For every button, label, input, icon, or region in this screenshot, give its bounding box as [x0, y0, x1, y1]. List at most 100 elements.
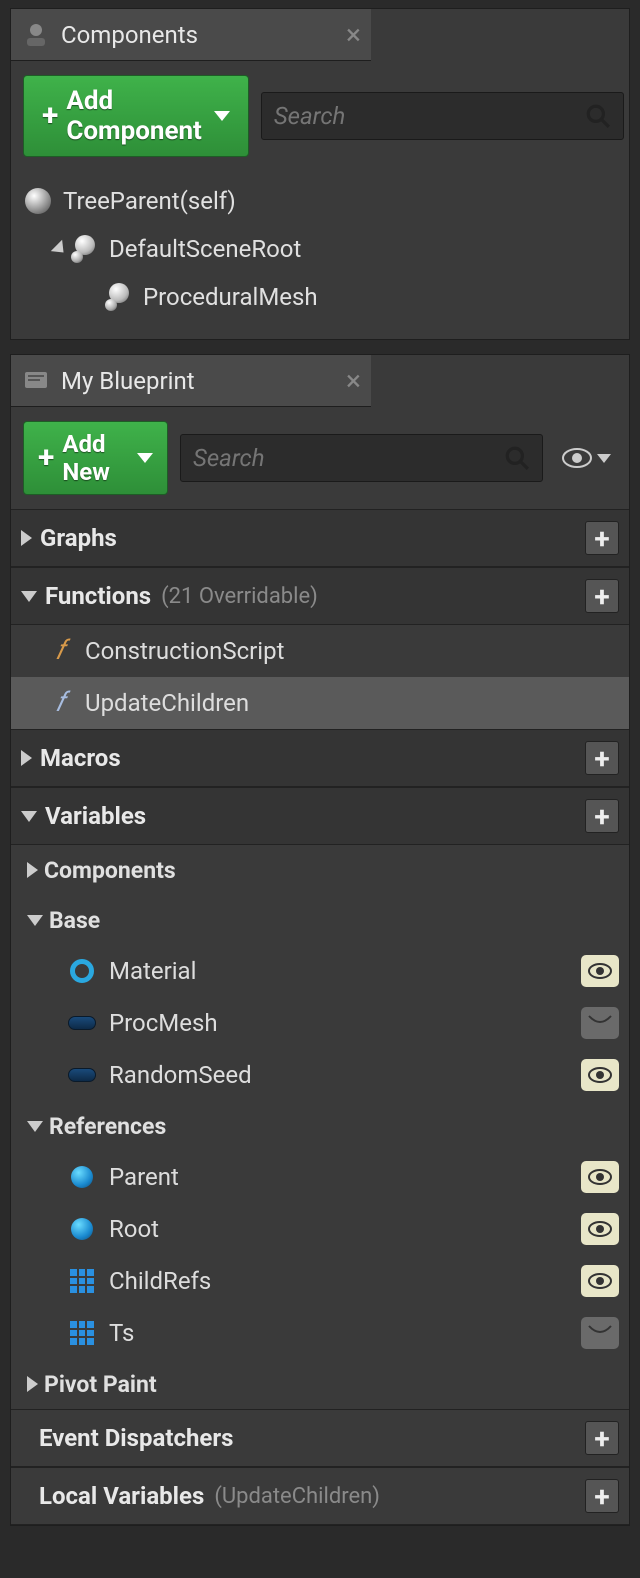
- add-local-variable-button[interactable]: +: [585, 1479, 619, 1513]
- close-icon[interactable]: ×: [346, 18, 361, 51]
- section-lv-title: Local Variables: [39, 1482, 204, 1510]
- add-variable-button[interactable]: +: [585, 799, 619, 833]
- blueprint-search-input[interactable]: [193, 444, 504, 472]
- visibility-toggle[interactable]: [581, 1317, 619, 1349]
- view-options-button[interactable]: [555, 447, 617, 469]
- section-functions-subtitle: (21 Overridable): [161, 584, 318, 609]
- chevron-down-icon: [21, 811, 37, 822]
- add-new-label: Add New: [62, 430, 125, 486]
- var-material[interactable]: Material: [11, 945, 629, 997]
- section-variables[interactable]: Variables +: [11, 787, 629, 845]
- object-icon: [67, 1164, 97, 1190]
- visibility-toggle[interactable]: [581, 1059, 619, 1091]
- my-blueprint-panel: My Blueprint × + Add New Graphs + Functi…: [10, 354, 630, 1526]
- visibility-toggle[interactable]: [581, 1007, 619, 1039]
- components-toolbar: + Add Component: [11, 61, 629, 171]
- blueprint-search[interactable]: [180, 434, 543, 482]
- section-graphs[interactable]: Graphs +: [11, 509, 629, 567]
- function-icon: 𝑓: [45, 687, 75, 719]
- caret-down-icon: [597, 454, 611, 463]
- section-event-dispatchers[interactable]: Event Dispatchers +: [11, 1409, 629, 1467]
- caret-down-icon: [214, 111, 230, 121]
- add-component-label: Add Component: [66, 86, 201, 146]
- var-label: Ts: [109, 1319, 134, 1347]
- tree-scene-root[interactable]: DefaultSceneRoot: [25, 225, 615, 273]
- var-group-components[interactable]: Components: [11, 845, 629, 895]
- visibility-toggle[interactable]: [581, 955, 619, 987]
- components-tree: TreeParent(self) DefaultSceneRoot Proced…: [11, 171, 629, 339]
- visibility-toggle[interactable]: [581, 1213, 619, 1245]
- function-construction-script[interactable]: 𝑓 ConstructionScript: [11, 625, 629, 677]
- section-graphs-title: Graphs: [40, 524, 117, 552]
- blueprint-tab-title: My Blueprint: [61, 367, 195, 395]
- tree-root-label: TreeParent(self): [63, 187, 236, 215]
- component-ref-icon: [67, 1062, 97, 1088]
- chevron-right-icon: [27, 862, 38, 878]
- blueprint-toolbar: + Add New: [11, 407, 629, 509]
- visibility-toggle[interactable]: [581, 1161, 619, 1193]
- blueprint-tab-icon: [21, 366, 51, 396]
- var-group-label: Pivot Paint: [44, 1371, 157, 1398]
- function-update-children[interactable]: 𝑓 UpdateChildren: [11, 677, 629, 729]
- chevron-right-icon: [21, 750, 32, 766]
- var-label: Material: [109, 957, 196, 985]
- var-group-label: Base: [49, 907, 100, 934]
- scene-root-label: DefaultSceneRoot: [109, 235, 301, 263]
- section-functions[interactable]: Functions (21 Overridable) +: [11, 567, 629, 625]
- var-childrefs[interactable]: ChildRefs: [11, 1255, 629, 1307]
- add-component-button[interactable]: + Add Component: [23, 75, 249, 157]
- actor-icon: [25, 188, 51, 214]
- add-function-button[interactable]: +: [585, 579, 619, 613]
- proc-mesh-label: ProceduralMesh: [143, 283, 318, 311]
- var-group-pivot-paint[interactable]: Pivot Paint: [11, 1359, 629, 1409]
- var-group-base[interactable]: Base: [11, 895, 629, 945]
- array-icon: [67, 1320, 97, 1346]
- section-local-variables[interactable]: Local Variables (UpdateChildren) +: [11, 1467, 629, 1525]
- add-new-button[interactable]: + Add New: [23, 421, 168, 495]
- object-ref-icon: [67, 958, 97, 984]
- components-tab[interactable]: Components ×: [11, 9, 371, 61]
- my-blueprint-tab[interactable]: My Blueprint ×: [11, 355, 371, 407]
- search-icon: [504, 445, 530, 471]
- visibility-toggle[interactable]: [581, 1265, 619, 1297]
- eye-icon: [561, 447, 593, 469]
- function-label: ConstructionScript: [85, 637, 284, 665]
- add-macro-button[interactable]: +: [585, 741, 619, 775]
- var-parent[interactable]: Parent: [11, 1151, 629, 1203]
- search-icon: [585, 103, 611, 129]
- components-tab-title: Components: [61, 21, 198, 49]
- component-ref-icon: [67, 1010, 97, 1036]
- var-root[interactable]: Root: [11, 1203, 629, 1255]
- var-label: Parent: [109, 1163, 179, 1191]
- section-macros-title: Macros: [40, 744, 121, 772]
- tree-root-self[interactable]: TreeParent(self): [25, 177, 615, 225]
- tree-proc-mesh[interactable]: ProceduralMesh: [25, 273, 615, 321]
- components-search[interactable]: [261, 92, 624, 140]
- var-group-references[interactable]: References: [11, 1101, 629, 1151]
- var-ts[interactable]: Ts: [11, 1307, 629, 1359]
- var-group-label: Components: [44, 857, 176, 884]
- caret-down-icon: [137, 453, 153, 463]
- var-randomseed[interactable]: RandomSeed: [11, 1049, 629, 1101]
- add-graph-button[interactable]: +: [585, 521, 619, 555]
- object-icon: [67, 1216, 97, 1242]
- components-tab-icon: [21, 20, 51, 50]
- chevron-down-icon: [27, 915, 43, 926]
- add-event-dispatcher-button[interactable]: +: [585, 1421, 619, 1455]
- close-icon[interactable]: ×: [346, 364, 361, 397]
- components-search-input[interactable]: [274, 102, 585, 130]
- function-icon: 𝑓: [45, 635, 75, 667]
- section-functions-title: Functions: [45, 582, 151, 610]
- var-label: ProcMesh: [109, 1009, 218, 1037]
- section-macros[interactable]: Macros +: [11, 729, 629, 787]
- function-label: UpdateChildren: [85, 689, 249, 717]
- chevron-right-icon: [27, 1376, 38, 1392]
- var-label: ChildRefs: [109, 1267, 211, 1295]
- var-procmesh[interactable]: ProcMesh: [11, 997, 629, 1049]
- var-label: RandomSeed: [109, 1061, 252, 1089]
- var-group-label: References: [49, 1113, 166, 1140]
- disclosure-icon: [51, 240, 69, 258]
- components-panel: Components × + Add Component TreeParent(…: [10, 8, 630, 340]
- chevron-down-icon: [27, 1121, 43, 1132]
- chevron-right-icon: [21, 530, 32, 546]
